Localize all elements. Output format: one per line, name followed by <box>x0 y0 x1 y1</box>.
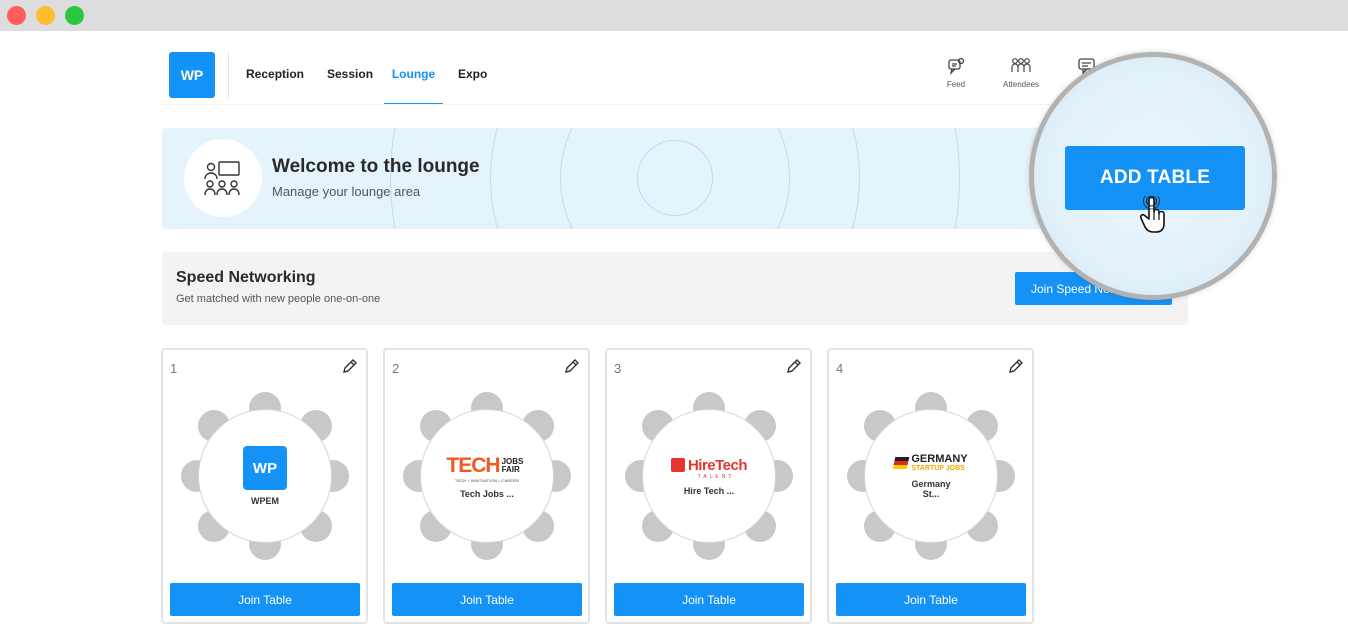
lounge-people-icon <box>204 161 240 196</box>
lounge-table[interactable]: HireTech TALENT Hire Tech ... <box>642 409 776 543</box>
hiretech-logo-tag: TALENT <box>697 473 735 480</box>
feed-tool[interactable]: Feed <box>940 56 972 89</box>
join-table-button[interactable]: Join Table <box>392 583 582 616</box>
table-name: Tech Jobs ... <box>460 488 514 499</box>
lounge-table[interactable]: GERMANY STARTUP JOBS Germany St... <box>864 409 998 543</box>
table-name: Hire Tech ... <box>683 485 735 496</box>
window-maximize-button[interactable] <box>65 6 84 25</box>
germany-logo-main: GERMANY <box>911 452 968 465</box>
speed-networking-subtitle: Get matched with new people one-on-one <box>176 293 381 305</box>
edit-icon[interactable] <box>785 357 803 375</box>
table-name: WPEM <box>251 496 279 506</box>
zoom-magnifier: ADD TABLE <box>1029 52 1277 300</box>
hiretech-logo-main: HireTech <box>687 456 748 474</box>
table-card-4: 4 GERMANY STARTUP JOBS Germany St... Joi… <box>827 348 1034 624</box>
nav-divider <box>228 52 229 98</box>
german-flag-icon <box>893 457 910 469</box>
wpem-logo-text: WP <box>252 459 278 477</box>
wpem-logo: WP <box>243 446 287 490</box>
join-table-button[interactable]: Join Table <box>836 583 1026 616</box>
browser-titlebar <box>0 0 1348 31</box>
join-table-button[interactable]: Join Table <box>170 583 360 616</box>
banner-subtitle: Manage your lounge area <box>272 184 421 199</box>
tech-jobs-fair-logo: TECH JOBS FAIR TECH • INNOVATION • CAREE… <box>446 454 527 483</box>
speed-networking-title: Speed Networking <box>176 269 316 286</box>
banner-icon-holder <box>184 139 262 217</box>
hand-cursor-icon <box>1139 196 1165 233</box>
lounge-table[interactable]: TECH JOBS FAIR TECH • INNOVATION • CAREE… <box>420 409 554 543</box>
germany-logo-tag: STARTUP JOBS <box>911 464 965 472</box>
banner-title: Welcome to the lounge <box>272 156 480 177</box>
tab-session[interactable]: Session <box>327 67 373 105</box>
app-logo[interactable]: WP <box>169 52 215 98</box>
tab-expo[interactable]: Expo <box>458 67 487 105</box>
tech-logo-tag: TECH • INNOVATION • CAREER <box>454 477 520 483</box>
attendees-label: Attendees <box>1002 80 1040 89</box>
table-card-1: 1 WP WPEM Join Table <box>161 348 368 624</box>
window-close-button[interactable] <box>7 6 26 25</box>
tab-lounge[interactable]: Lounge <box>384 67 443 105</box>
edit-icon[interactable] <box>563 357 581 375</box>
attendees-tool[interactable]: Attendees <box>998 56 1044 89</box>
table-number: 4 <box>836 361 844 376</box>
hiretech-logo: HireTech TALENT <box>670 456 748 480</box>
nav-underline <box>162 104 1188 105</box>
lounge-table[interactable]: WP WPEM <box>198 409 332 543</box>
tab-reception[interactable]: Reception <box>246 67 304 105</box>
table-card-3: 3 HireTech TALENT Hire Tech ... Join Tab… <box>605 348 812 624</box>
table-card-2: 2 TECH JOBS FAIR TECH • INNOVATION • CAR… <box>383 348 590 624</box>
join-table-button[interactable]: Join Table <box>614 583 804 616</box>
table-number: 2 <box>392 361 400 376</box>
banner-ring <box>390 128 960 229</box>
table-name: Germany St... <box>911 478 951 499</box>
hiretech-mark-icon <box>670 458 685 472</box>
window-minimize-button[interactable] <box>36 6 55 25</box>
table-number: 1 <box>170 361 178 376</box>
attendees-icon <box>1011 58 1031 72</box>
tech-logo-main: TECH <box>446 453 500 477</box>
speed-networking-panel: Speed Networking Get matched with new pe… <box>162 252 1188 325</box>
germany-startup-jobs-logo: GERMANY STARTUP JOBS <box>893 452 968 473</box>
tech-logo-side: JOBS FAIR <box>501 456 524 474</box>
feed-label: Feed <box>946 80 966 89</box>
edit-icon[interactable] <box>341 357 359 375</box>
table-number: 3 <box>614 361 622 376</box>
edit-icon[interactable] <box>1007 357 1025 375</box>
feed-icon <box>948 57 965 76</box>
